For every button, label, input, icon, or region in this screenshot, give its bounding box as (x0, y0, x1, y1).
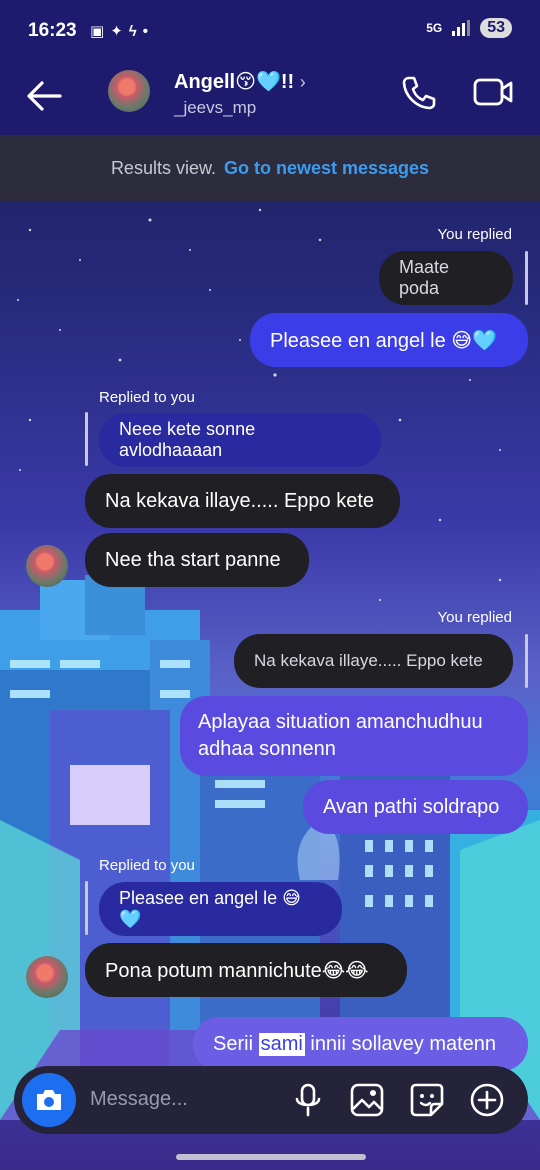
received-message[interactable]: Pona potum mannichute😂😂 (85, 943, 407, 997)
contact-name[interactable]: Angell😚🩵!! › (174, 69, 306, 94)
sent-message-line: adhaa sonnenn (198, 738, 336, 760)
quoted-message[interactable]: Pleasee en angel le 😅🩵 (99, 882, 342, 936)
network-type: 5G (426, 21, 443, 35)
status-time: 16:23 (28, 20, 77, 41)
chevron-right-icon: › (299, 72, 306, 92)
status-notification-icons: ▣ ✦ ϟ • (90, 22, 148, 41)
add-icon[interactable] (469, 1082, 505, 1118)
received-message[interactable]: Nee tha start panne (85, 533, 309, 587)
camera-icon (37, 1090, 61, 1110)
quote-bar (525, 251, 528, 305)
app-notification-icon: ✦ (110, 23, 123, 40)
message-input[interactable]: Message... (90, 1088, 188, 1111)
quoted-message[interactable]: Neee kete sonne avlodhaaaan (99, 413, 381, 467)
quoted-message[interactable]: Maate poda (379, 251, 513, 305)
results-label: Results view. (110, 157, 216, 178)
phone-call-icon[interactable] (400, 74, 438, 112)
quote-bar (525, 634, 528, 688)
screenshot-icon: ▣ (90, 23, 105, 40)
quote-bar (85, 412, 88, 466)
video-call-icon[interactable] (472, 74, 514, 110)
charging-icon: ϟ (128, 22, 137, 40)
message-composer: Message... (14, 1066, 528, 1134)
sent-message-line: Aplayaa situation amanchudhuu (198, 711, 483, 733)
sent-message[interactable]: Avan pathi soldrapo (303, 780, 528, 834)
sent-message[interactable]: Pleasee en angel le 😅🩵 (250, 313, 528, 367)
reply-meta: You replied (437, 226, 512, 243)
quote-bar (85, 881, 88, 935)
chat-header: Angell😚🩵!! › _jeevs_mp (0, 60, 540, 135)
sender-avatar[interactable] (26, 956, 68, 998)
search-results-banner: Results view. Go to newest messages (0, 135, 540, 201)
dot-icon: • (142, 22, 148, 40)
home-indicator[interactable] (176, 1154, 366, 1160)
selected-text[interactable]: sami (258, 1032, 305, 1056)
sticker-icon[interactable] (409, 1082, 445, 1118)
sender-avatar[interactable] (26, 545, 68, 587)
sent-message[interactable]: Aplayaa situation amanchudhuu adhaa sonn… (180, 696, 528, 776)
back-arrow-icon[interactable] (24, 78, 64, 114)
contact-avatar[interactable] (108, 70, 150, 112)
go-to-newest-link[interactable]: Go to newest messages (224, 158, 429, 179)
battery-indicator: 53 (480, 18, 512, 38)
camera-button[interactable] (22, 1073, 76, 1127)
signal-icon (452, 20, 471, 36)
reply-meta: Replied to you (99, 857, 195, 874)
sent-message[interactable]: Serii sami innii sollavey matenn (193, 1017, 528, 1071)
gallery-icon[interactable] (349, 1082, 385, 1118)
reply-meta: You replied (437, 609, 512, 626)
received-message[interactable]: Na kekava illaye..... Eppo kete (85, 474, 400, 528)
status-bar: 16:23 ▣ ✦ ϟ • 5G 53 (0, 0, 540, 60)
contact-handle: _jeevs_mp (174, 98, 257, 117)
microphone-icon[interactable] (290, 1082, 326, 1118)
quoted-message[interactable]: Na kekava illaye..... Eppo kete (234, 634, 513, 688)
reply-meta: Replied to you (99, 389, 195, 406)
status-right-icons: 5G 53 (426, 18, 512, 38)
